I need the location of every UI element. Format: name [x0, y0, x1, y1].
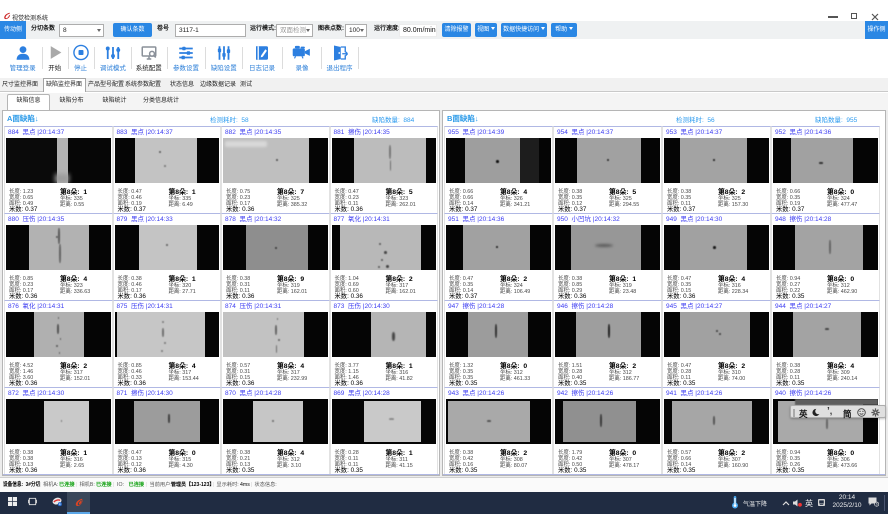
svg-text:6: 6 [876, 502, 878, 506]
